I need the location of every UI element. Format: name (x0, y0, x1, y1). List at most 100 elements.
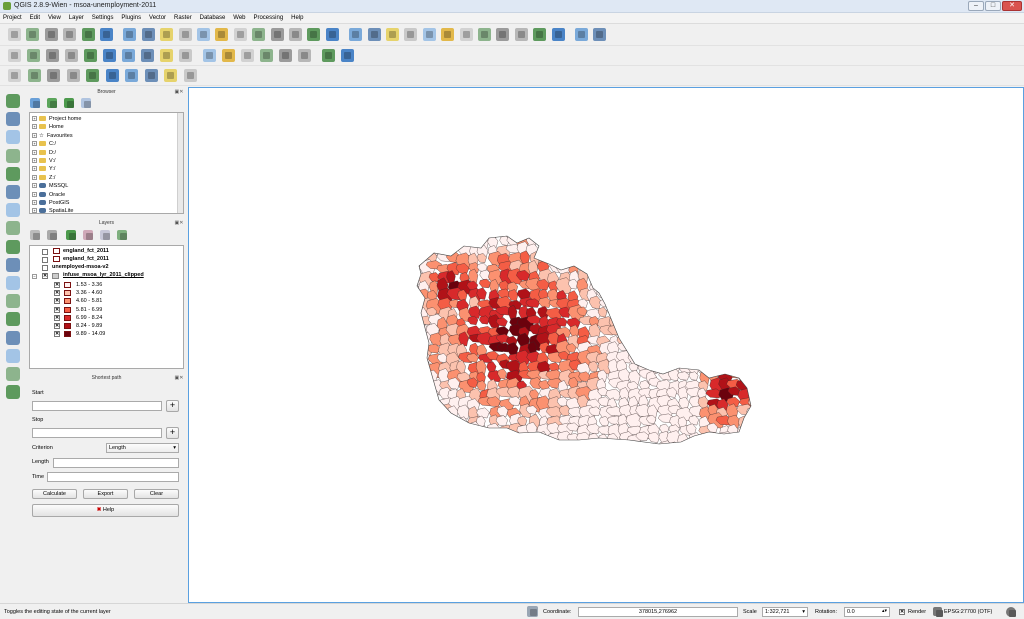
pick-stop-point-button[interactable]: + (166, 427, 179, 439)
menu-project[interactable]: Project (0, 13, 25, 24)
georeferencer-icon[interactable] (6, 312, 20, 327)
msoa-polygon[interactable] (665, 306, 680, 317)
msoa-polygon[interactable] (418, 242, 431, 253)
msoa-polygon[interactable] (749, 443, 766, 454)
msoa-polygon[interactable] (447, 424, 458, 438)
msoa-polygon[interactable] (598, 433, 608, 444)
msoa-polygon[interactable] (668, 259, 678, 274)
msoa-polygon[interactable] (428, 425, 446, 435)
msoa-polygon[interactable] (706, 334, 724, 345)
msoa-polygon[interactable] (668, 251, 686, 266)
msoa-polygon[interactable] (597, 281, 609, 291)
add-vector-icon[interactable] (6, 94, 20, 108)
msoa-polygon[interactable] (616, 270, 629, 280)
msoa-polygon[interactable] (686, 351, 701, 370)
msoa-polygon[interactable] (588, 271, 599, 283)
show-bookmarks-icon[interactable] (533, 28, 547, 41)
browser-item[interactable]: + MSSQL (32, 182, 68, 190)
msoa-polygon[interactable] (665, 352, 683, 367)
zoom-next-icon[interactable] (307, 28, 321, 41)
msoa-polygon[interactable] (416, 377, 430, 389)
add-spatialite-layer-icon[interactable] (66, 69, 80, 82)
msoa-polygon[interactable] (408, 227, 419, 238)
msoa-polygon[interactable] (718, 262, 736, 274)
legend-checkbox[interactable]: ✕ (54, 298, 60, 305)
pin-labels-icon[interactable] (222, 49, 235, 62)
composer-manager-icon[interactable] (100, 28, 113, 41)
msoa-polygon[interactable] (666, 234, 685, 250)
msoa-polygon[interactable] (709, 344, 721, 360)
msoa-polygon[interactable] (636, 333, 648, 344)
msoa-polygon[interactable] (625, 279, 643, 289)
msoa-polygon[interactable] (746, 414, 757, 424)
msoa-polygon[interactable] (516, 433, 531, 443)
msoa-polygon[interactable] (707, 325, 723, 339)
node-tool-icon[interactable] (103, 49, 116, 62)
msoa-polygon[interactable] (607, 277, 626, 294)
cut-features-icon[interactable] (141, 49, 154, 62)
add-raster-icon[interactable] (6, 112, 20, 127)
msoa-polygon[interactable] (667, 331, 683, 349)
msoa-polygon[interactable] (676, 343, 688, 354)
msoa-polygon[interactable] (719, 307, 730, 317)
layer-checkbox[interactable]: ✕ (42, 273, 48, 279)
msoa-polygon[interactable] (428, 408, 445, 419)
copy-features-icon[interactable] (160, 49, 173, 62)
msoa-polygon[interactable] (726, 253, 739, 269)
msoa-polygon[interactable] (677, 234, 692, 244)
msoa-polygon[interactable] (547, 443, 562, 456)
crs-label[interactable]: EPSG:27700 (OTF) (944, 607, 992, 617)
statistics-icon[interactable] (459, 28, 473, 41)
msoa-polygon[interactable] (718, 226, 731, 239)
msoa-polygon[interactable] (679, 313, 697, 329)
msoa-polygon[interactable] (678, 352, 690, 366)
msoa-polygon[interactable] (569, 236, 583, 246)
legend-checkbox[interactable]: ✕ (54, 290, 60, 297)
msoa-polygon[interactable] (468, 439, 479, 452)
msoa-polygon[interactable] (718, 252, 736, 266)
msoa-polygon[interactable] (408, 297, 421, 307)
msoa-polygon[interactable] (746, 318, 764, 328)
menu-edit[interactable]: Edit (27, 13, 43, 24)
msoa-polygon[interactable] (729, 261, 747, 275)
zoom-in-icon[interactable] (178, 28, 192, 41)
whats-this-icon[interactable] (575, 28, 588, 41)
msoa-polygon[interactable] (488, 440, 505, 456)
help-contents-icon[interactable] (593, 28, 607, 41)
pick-start-point-button[interactable]: + (166, 400, 179, 412)
msoa-polygon[interactable] (659, 352, 673, 364)
add-mssql-icon[interactable] (6, 185, 20, 199)
msoa-polygon[interactable] (596, 287, 609, 299)
msoa-polygon[interactable] (539, 442, 555, 452)
menu-plugins[interactable]: Plugins (118, 13, 144, 24)
layer-item-selected[interactable]: infuse_msoa_lyr_2011_clipped (63, 271, 144, 279)
dock-float-close-icon[interactable]: ▣✕ (173, 375, 185, 381)
msoa-polygon[interactable] (626, 335, 645, 346)
msoa-polygon[interactable] (647, 224, 660, 237)
msoa-polygon[interactable] (408, 369, 421, 380)
scale-combo[interactable]: 1:322,721 ▾ (762, 607, 808, 617)
msoa-polygon[interactable] (736, 334, 752, 344)
start-input[interactable] (32, 401, 162, 411)
msoa-polygon[interactable] (749, 388, 760, 400)
deselect-icon[interactable] (404, 28, 418, 41)
msoa-polygon[interactable] (699, 226, 711, 235)
msoa-polygon[interactable] (476, 380, 487, 392)
msoa-polygon[interactable] (677, 324, 695, 339)
msoa-polygon[interactable] (556, 235, 574, 252)
expand-icon[interactable]: + (32, 116, 37, 122)
close-button[interactable]: ✕ (1002, 1, 1022, 11)
msoa-polygon[interactable] (675, 242, 688, 256)
msoa-polygon[interactable] (638, 290, 650, 305)
add-wcs-icon[interactable] (6, 239, 20, 254)
msoa-polygon[interactable] (589, 252, 603, 268)
msoa-polygon[interactable] (437, 421, 453, 439)
text-annotation-icon[interactable] (551, 28, 565, 41)
msoa-polygon[interactable] (645, 331, 659, 349)
msoa-polygon[interactable] (686, 271, 702, 285)
expand-icon[interactable]: + (32, 208, 37, 213)
msoa-polygon[interactable] (735, 260, 753, 271)
msoa-polygon[interactable] (417, 422, 431, 439)
msoa-polygon[interactable] (637, 271, 654, 288)
menu-help[interactable]: Help (288, 13, 306, 24)
